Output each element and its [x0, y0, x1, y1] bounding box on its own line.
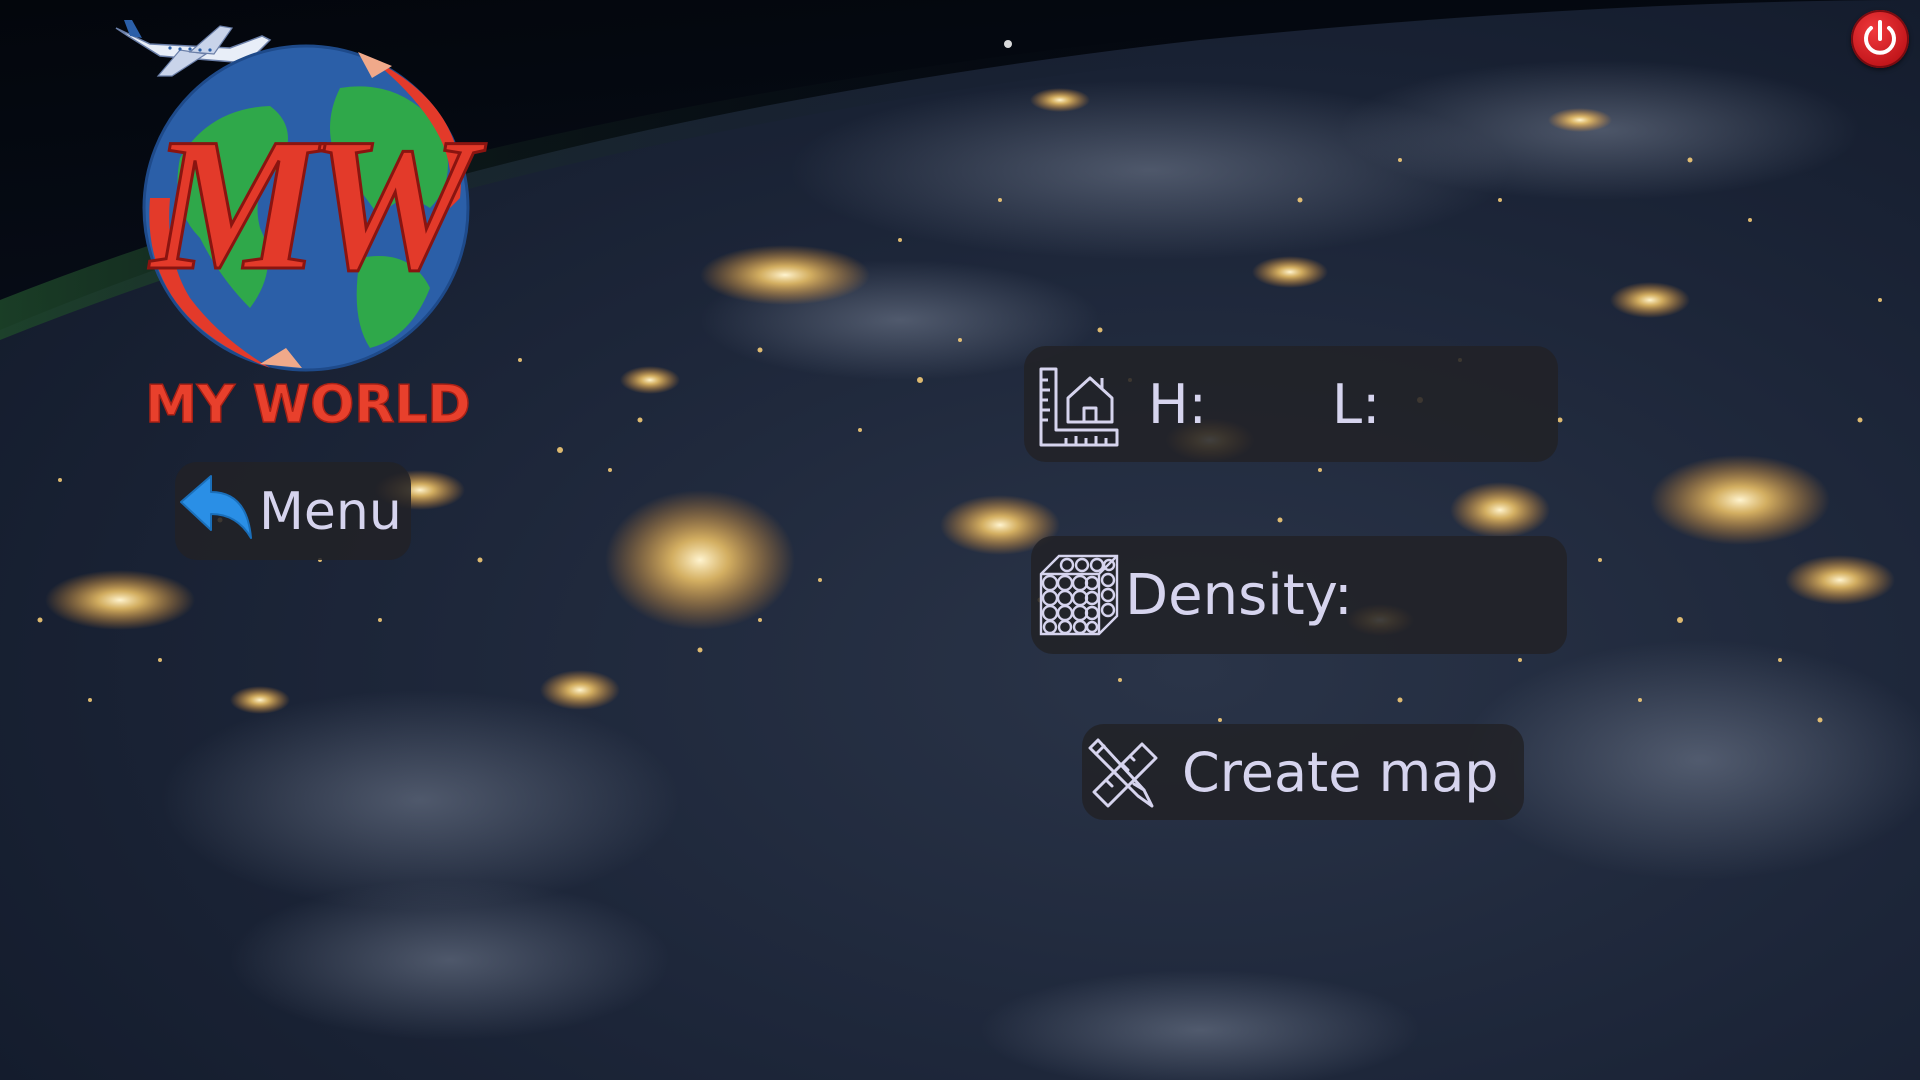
logo-wordmark: MY WORLD [145, 375, 470, 428]
logo-monogram: MW [148, 100, 487, 310]
length-label: L: [1332, 373, 1381, 436]
my-world-logo: MW MY WORLD [115, 20, 490, 428]
density-panel: Density: [1031, 536, 1567, 654]
pencil-ruler-icon [1088, 738, 1158, 808]
create-map-button[interactable]: Create map [1082, 724, 1524, 820]
height-label: H: [1148, 373, 1207, 436]
density-label: Density: [1125, 563, 1353, 628]
density-grid-icon [1039, 554, 1119, 636]
ruler-house-icon [1039, 367, 1119, 447]
density-input[interactable] [1381, 564, 1551, 628]
back-arrow-icon [180, 475, 252, 539]
create-map-label: Create map [1182, 741, 1499, 804]
menu-label: Menu [259, 482, 402, 542]
power-icon [1864, 20, 1896, 55]
height-input[interactable] [1220, 374, 1330, 436]
menu-button[interactable]: Menu [175, 462, 411, 560]
power-button[interactable] [1851, 10, 1909, 68]
map-size-panel: H: L: [1024, 346, 1558, 462]
app-root: MW MY WORLD Menu H: L: Density: Create m… [0, 0, 1920, 1080]
length-input[interactable] [1402, 374, 1542, 436]
